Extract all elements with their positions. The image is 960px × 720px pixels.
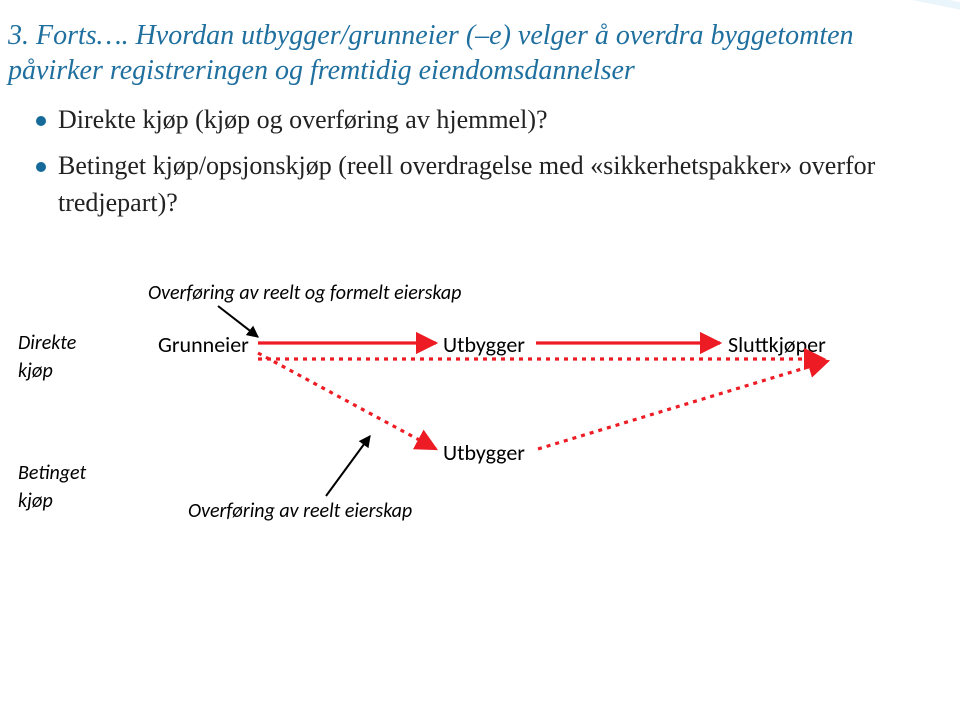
diagram-row-label: kjøp [18, 359, 53, 383]
slide-title: 3. Forts…. Hvordan utbygger/grunneier (–… [8, 18, 952, 88]
ownership-transfer-diagram: Overføring av reelt og formelt eierskap … [68, 281, 908, 541]
bullet-item: Betinget kjøp/opsjonskjøp (reell overdra… [36, 148, 952, 221]
diagram-row-label: kjøp [18, 489, 53, 513]
bullet-list: Direkte kjøp (kjøp og overføring av hjem… [36, 102, 952, 221]
bullet-item: Direkte kjøp (kjøp og overføring av hjem… [36, 102, 952, 138]
diagram-arrows [68, 281, 908, 541]
